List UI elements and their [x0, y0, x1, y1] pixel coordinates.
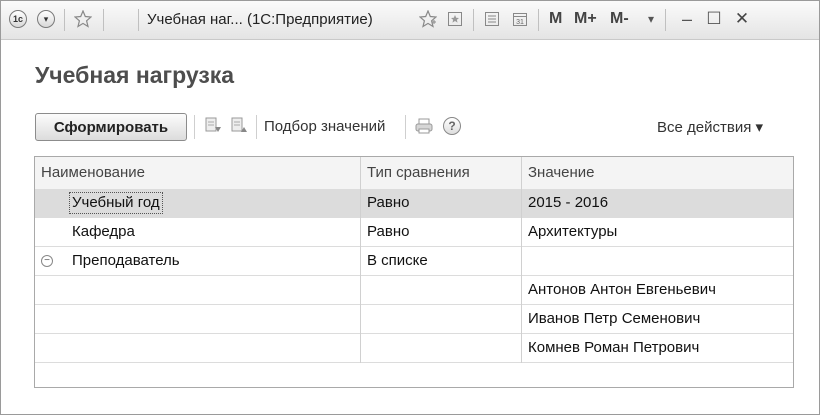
- minimize-button[interactable]: –: [677, 7, 697, 31]
- title-separator: [138, 9, 139, 31]
- memory-m-button[interactable]: M: [549, 10, 562, 28]
- load-settings-icon[interactable]: [228, 115, 250, 137]
- title-separator: [665, 9, 666, 31]
- all-actions-menu[interactable]: Все действия ▾: [657, 118, 763, 136]
- app-logo-icon[interactable]: 1c: [9, 7, 27, 31]
- settings-table: Наименование Тип сравнения Значение Учеб…: [34, 156, 794, 388]
- help-icon[interactable]: ?: [441, 115, 463, 137]
- toolbar-separator: [194, 115, 195, 139]
- generate-button[interactable]: Сформировать: [35, 113, 187, 141]
- calendar-icon[interactable]: 31: [509, 7, 531, 31]
- close-button[interactable]: ✕: [732, 7, 752, 31]
- svg-text:31: 31: [516, 19, 524, 26]
- form-title: Учебная нагрузка: [35, 62, 235, 88]
- title-separator: [538, 9, 539, 31]
- table-header: Наименование Тип сравнения Значение: [35, 157, 793, 190]
- row-value: Архитектуры: [528, 223, 618, 240]
- column-header-comparison[interactable]: Тип сравнения: [361, 157, 521, 189]
- row-comparison: Равно: [367, 194, 410, 211]
- table-row[interactable]: Учебный год Равно 2015 - 2016: [35, 189, 793, 218]
- column-header-value[interactable]: Значение: [522, 157, 792, 189]
- memory-mplus-button[interactable]: M+: [574, 10, 597, 28]
- row-comparison: В списке: [367, 252, 428, 269]
- title-separator: [473, 9, 474, 31]
- title-bar: 1c ▾ Учебная наг... (1С:Предприятие) 31 …: [1, 1, 819, 40]
- add-favorite-icon[interactable]: [417, 7, 439, 31]
- row-value: Иванов Петр Семенович: [528, 310, 701, 327]
- favorite-star-icon[interactable]: [71, 7, 95, 31]
- save-settings-icon[interactable]: [202, 115, 224, 137]
- row-name: Преподаватель: [72, 252, 180, 269]
- table-row[interactable]: Кафедра Равно Архитектуры: [35, 218, 793, 247]
- table-row[interactable]: Комнев Роман Петрович: [35, 334, 793, 363]
- print-icon[interactable]: [413, 115, 435, 137]
- row-name-text: Учебный год: [69, 192, 163, 214]
- table-row[interactable]: − Преподаватель В списке: [35, 247, 793, 276]
- app-window: 1c ▾ Учебная наг... (1С:Предприятие) 31 …: [0, 0, 820, 415]
- row-name: Учебный год: [69, 189, 163, 217]
- window-title: Учебная наг... (1С:Предприятие): [147, 11, 373, 28]
- favorites-list-icon[interactable]: [444, 7, 466, 31]
- column-divider: [521, 157, 522, 363]
- table-row[interactable]: Антонов Антон Евгеньевич: [35, 276, 793, 305]
- more-dropdown-icon[interactable]: ▾: [643, 7, 659, 31]
- toolbar-separator: [256, 115, 257, 139]
- maximize-button[interactable]: ☐: [704, 7, 724, 31]
- calculator-icon[interactable]: [481, 7, 503, 31]
- title-separator: [64, 9, 65, 31]
- row-value: Антонов Антон Евгеньевич: [528, 281, 716, 298]
- row-value: 2015 - 2016: [528, 194, 609, 211]
- column-header-name[interactable]: Наименование: [35, 157, 360, 189]
- pick-values-button[interactable]: Подбор значений: [264, 118, 385, 135]
- collapse-icon[interactable]: −: [41, 255, 53, 267]
- memory-mminus-button[interactable]: M-: [610, 10, 629, 28]
- column-divider: [360, 157, 361, 363]
- row-value: Комнев Роман Петрович: [528, 339, 700, 356]
- table-row[interactable]: Иванов Петр Семенович: [35, 305, 793, 334]
- row-comparison: Равно: [367, 223, 410, 240]
- row-name: Кафедра: [72, 223, 135, 240]
- menu-dropdown-icon[interactable]: ▾: [37, 7, 55, 31]
- toolbar-separator: [405, 115, 406, 139]
- title-separator: [103, 9, 104, 31]
